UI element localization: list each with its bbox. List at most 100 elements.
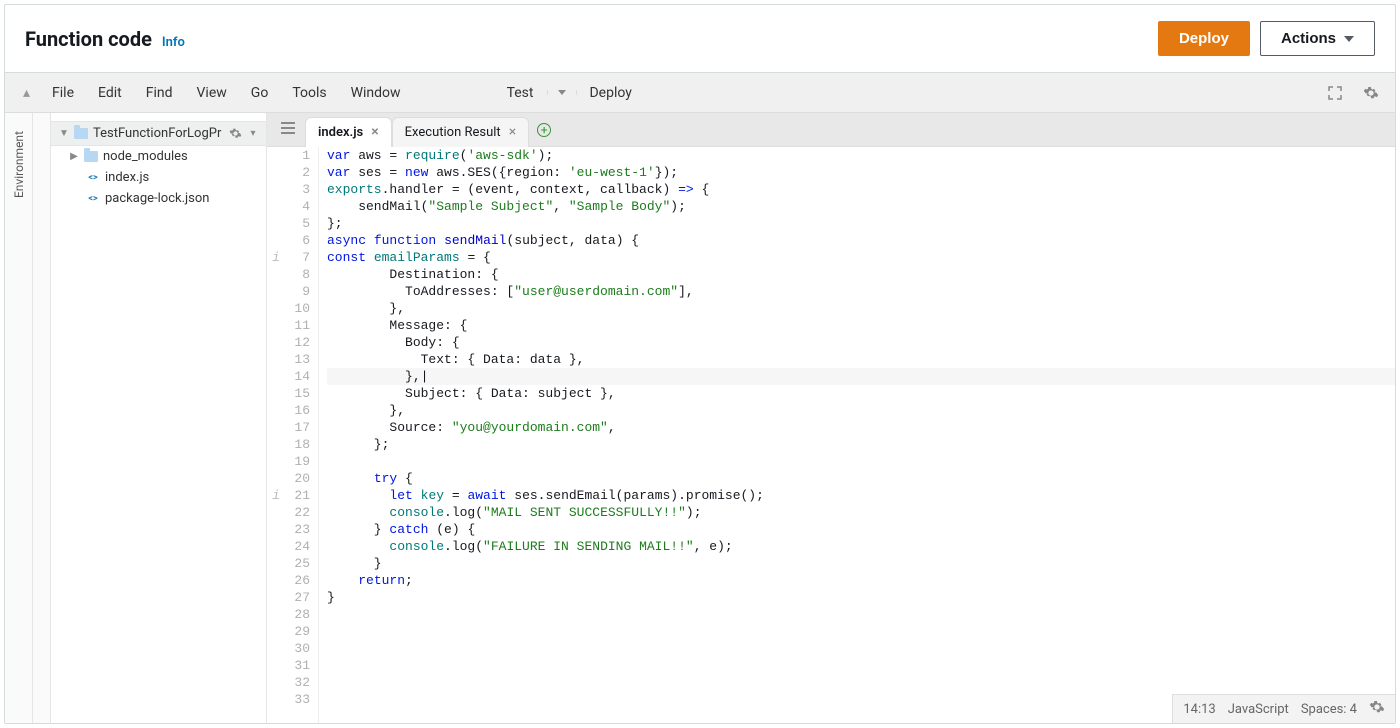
code-line[interactable]: Text: { Data: data },	[327, 351, 1395, 368]
line-number: 21	[285, 487, 310, 504]
code-line[interactable]	[327, 674, 1395, 691]
tree-item[interactable]: ▶node_modules	[51, 146, 266, 167]
code-line[interactable]: const emailParams = {	[327, 249, 1395, 266]
test-dropdown[interactable]	[547, 90, 577, 95]
editor-tab[interactable]: index.js ×	[305, 117, 392, 147]
file-tree: ▼ TestFunctionForLogPr ▾ ▶node_modules<>…	[51, 113, 267, 723]
menu-go[interactable]: Go	[239, 73, 281, 113]
tree-item-label: index.js	[105, 170, 258, 185]
menu-view[interactable]: View	[185, 73, 239, 113]
gutter-info-marker: i	[267, 487, 285, 504]
test-button[interactable]: Test	[493, 85, 548, 101]
menu-edit[interactable]: Edit	[86, 73, 134, 113]
code-line[interactable]	[327, 606, 1395, 623]
actions-dropdown[interactable]: Actions	[1260, 21, 1375, 56]
gear-icon[interactable]	[1355, 77, 1387, 109]
code-line[interactable]: },	[327, 300, 1395, 317]
code-line[interactable]	[327, 453, 1395, 470]
code-line[interactable]: console.log("FAILURE IN SENDING MAIL!!",…	[327, 538, 1395, 555]
code-line[interactable]: try {	[327, 470, 1395, 487]
gutter-info-marker	[267, 691, 285, 708]
tree-root[interactable]: ▼ TestFunctionForLogPr ▾	[51, 121, 266, 146]
line-number: 14	[285, 368, 310, 385]
code-line[interactable]: return;	[327, 572, 1395, 589]
code-line[interactable]	[327, 623, 1395, 640]
editor-pane: index.js×Execution Result× + ii 12345678…	[267, 113, 1395, 723]
folder-icon	[84, 151, 98, 162]
close-icon[interactable]: ×	[509, 124, 516, 140]
gutter-info-marker	[267, 436, 285, 453]
gutter-info-marker	[267, 606, 285, 623]
gutter-info-marker	[267, 589, 285, 606]
chevron-down-icon: ▼	[59, 128, 69, 139]
code-line[interactable]	[327, 640, 1395, 657]
line-number: 9	[285, 283, 310, 300]
code-line[interactable]: }	[327, 555, 1395, 572]
line-number: 16	[285, 402, 310, 419]
code-line[interactable]	[327, 657, 1395, 674]
root-label: TestFunctionForLogPr	[93, 126, 225, 141]
code-line[interactable]: Body: {	[327, 334, 1395, 351]
gutter-info-marker	[267, 300, 285, 317]
gutter-info-marker	[267, 640, 285, 657]
code-line[interactable]: exports.handler = (event, context, callb…	[327, 181, 1395, 198]
gutter-info-marker	[267, 283, 285, 300]
code-line[interactable]: },|	[327, 368, 1395, 385]
environment-tab[interactable]: Environment	[5, 113, 33, 723]
ide-deploy-button[interactable]: Deploy	[577, 73, 643, 113]
js-file-icon: <>	[86, 171, 100, 185]
code-line[interactable]: console.log("MAIL SENT SUCCESSFULLY!!");	[327, 504, 1395, 521]
gear-icon[interactable]	[225, 127, 246, 140]
code-line[interactable]: var ses = new aws.SES({region: 'eu-west-…	[327, 164, 1395, 181]
tab-list-icon[interactable]	[271, 122, 305, 138]
code-line[interactable]: Source: "you@yourdomain.com",	[327, 419, 1395, 436]
tree-item-label: node_modules	[103, 149, 258, 164]
tab-label: index.js	[318, 125, 363, 140]
gutter-info-marker	[267, 147, 285, 164]
line-number: 13	[285, 351, 310, 368]
line-number: 6	[285, 232, 310, 249]
code-line[interactable]: Destination: {	[327, 266, 1395, 283]
code-line[interactable]: };	[327, 215, 1395, 232]
fullscreen-icon[interactable]	[1319, 77, 1351, 109]
line-number: 8	[285, 266, 310, 283]
code-area[interactable]: ii 1234567891011121314151617181920212223…	[267, 147, 1395, 723]
code-line[interactable]: sendMail("Sample Subject", "Sample Body"…	[327, 198, 1395, 215]
code-line[interactable]: }	[327, 589, 1395, 606]
collapse-icon[interactable]: ▴	[13, 85, 40, 101]
menu-tools[interactable]: Tools	[280, 73, 338, 113]
gutter-info-marker	[267, 402, 285, 419]
code-line[interactable]: } catch (e) {	[327, 521, 1395, 538]
info-link[interactable]: Info	[162, 35, 185, 50]
code-line[interactable]: Subject: { Data: subject },	[327, 385, 1395, 402]
menu-window[interactable]: Window	[339, 73, 413, 113]
code-line[interactable]: async function sendMail(subject, data) {	[327, 232, 1395, 249]
line-number: 17	[285, 419, 310, 436]
menu-find[interactable]: Find	[134, 73, 185, 113]
gutter-info-marker	[267, 419, 285, 436]
code-line[interactable]: var aws = require('aws-sdk');	[327, 147, 1395, 164]
line-number: 15	[285, 385, 310, 402]
chevron-down-icon	[558, 90, 566, 95]
code-line[interactable]: Message: {	[327, 317, 1395, 334]
deploy-button[interactable]: Deploy	[1158, 21, 1250, 56]
indent-setting[interactable]: Spaces: 4	[1301, 702, 1357, 717]
gear-icon[interactable]	[1369, 699, 1385, 719]
code-line[interactable]: },	[327, 402, 1395, 419]
code-line[interactable]: let key = await ses.sendEmail(params).pr…	[327, 487, 1395, 504]
gutter-info-marker	[267, 504, 285, 521]
tree-item[interactable]: <> index.js	[51, 167, 266, 188]
code-line[interactable]: ToAddresses: ["user@userdomain.com"],	[327, 283, 1395, 300]
add-tab-icon[interactable]: +	[537, 123, 551, 137]
line-number: 28	[285, 606, 310, 623]
menu-file[interactable]: File	[40, 73, 86, 113]
close-icon[interactable]: ×	[371, 124, 378, 140]
language-mode[interactable]: JavaScript	[1228, 702, 1289, 717]
code-line[interactable]: };	[327, 436, 1395, 453]
tree-item-label: package-lock.json	[105, 191, 258, 206]
editor-tab[interactable]: Execution Result×	[392, 117, 530, 147]
gutter-info-marker	[267, 572, 285, 589]
tree-item[interactable]: <>package-lock.json	[51, 188, 266, 209]
folder-icon	[74, 128, 88, 139]
panel-title: Function code	[25, 27, 152, 51]
